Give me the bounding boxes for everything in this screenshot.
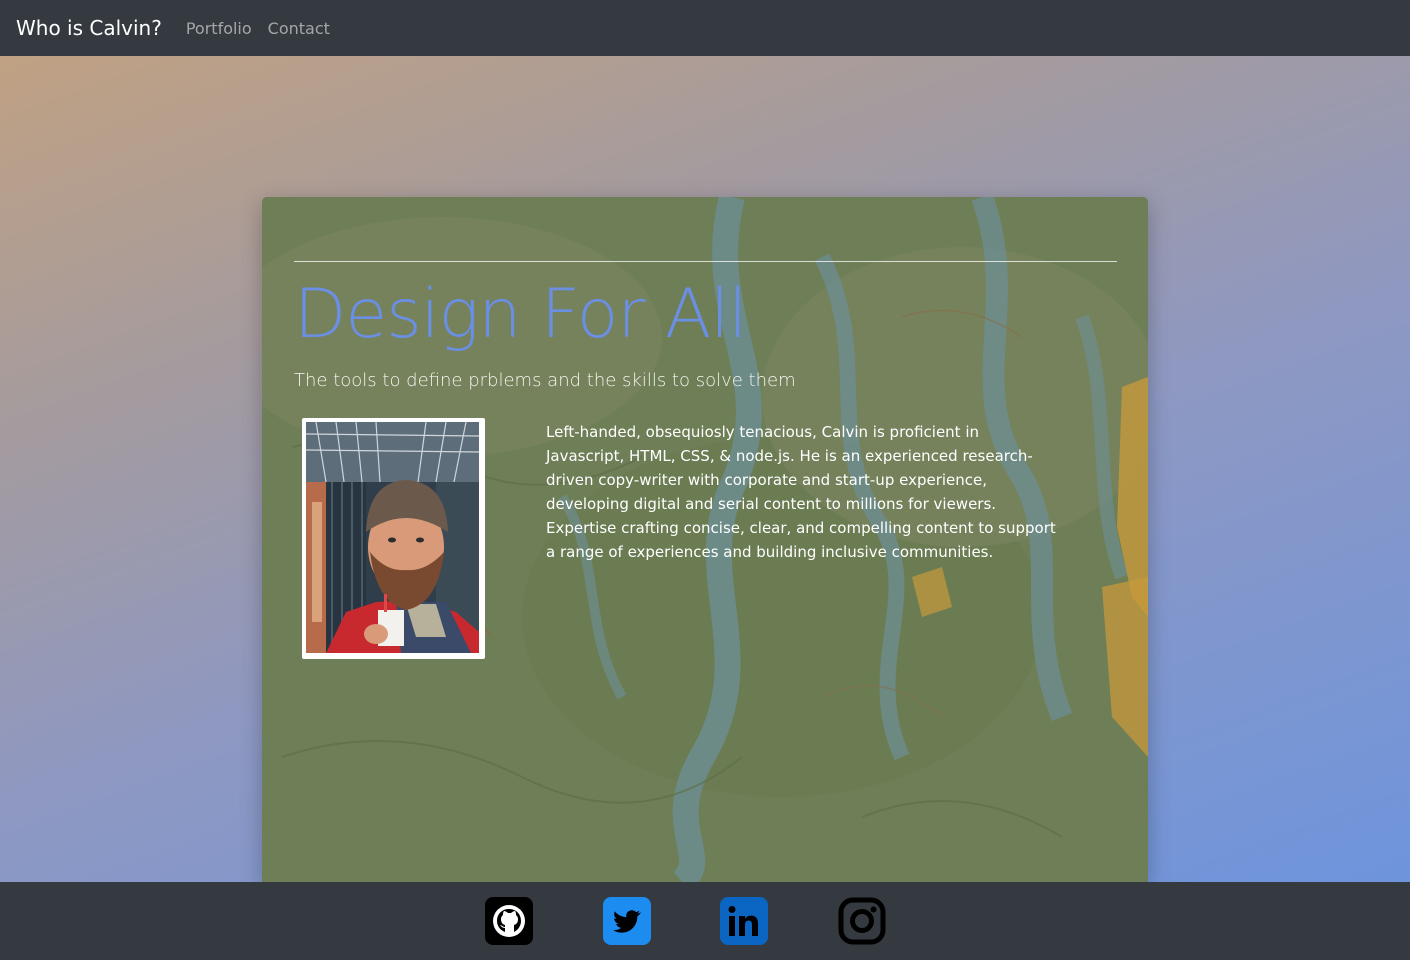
linkedin-link[interactable] bbox=[720, 897, 768, 945]
twitter-link[interactable] bbox=[603, 897, 651, 945]
hero-card: Design For All The tools to define prble… bbox=[262, 197, 1148, 882]
twitter-icon bbox=[603, 897, 651, 945]
tagline: The tools to define prblems and the skil… bbox=[294, 370, 796, 391]
bio-text: Left-handed, obsequiosly tenacious, Calv… bbox=[546, 423, 1056, 561]
footer bbox=[0, 882, 1410, 960]
github-link[interactable] bbox=[485, 897, 533, 945]
instagram-icon bbox=[838, 897, 886, 945]
card-content: Design For All The tools to define prble… bbox=[262, 197, 1148, 882]
profile-photo bbox=[302, 418, 485, 659]
page-title: Design For All bbox=[294, 275, 747, 354]
nav-link-contact[interactable]: Contact bbox=[268, 19, 330, 38]
portrait-image bbox=[306, 422, 479, 653]
instagram-link[interactable] bbox=[838, 897, 886, 945]
nav-link-portfolio[interactable]: Portfolio bbox=[186, 19, 252, 38]
top-navbar: Who is Calvin? Portfolio Contact bbox=[0, 0, 1410, 56]
github-icon bbox=[485, 897, 533, 945]
linkedin-icon bbox=[720, 897, 768, 945]
divider-line bbox=[294, 261, 1117, 262]
brand-link[interactable]: Who is Calvin? bbox=[16, 16, 162, 40]
